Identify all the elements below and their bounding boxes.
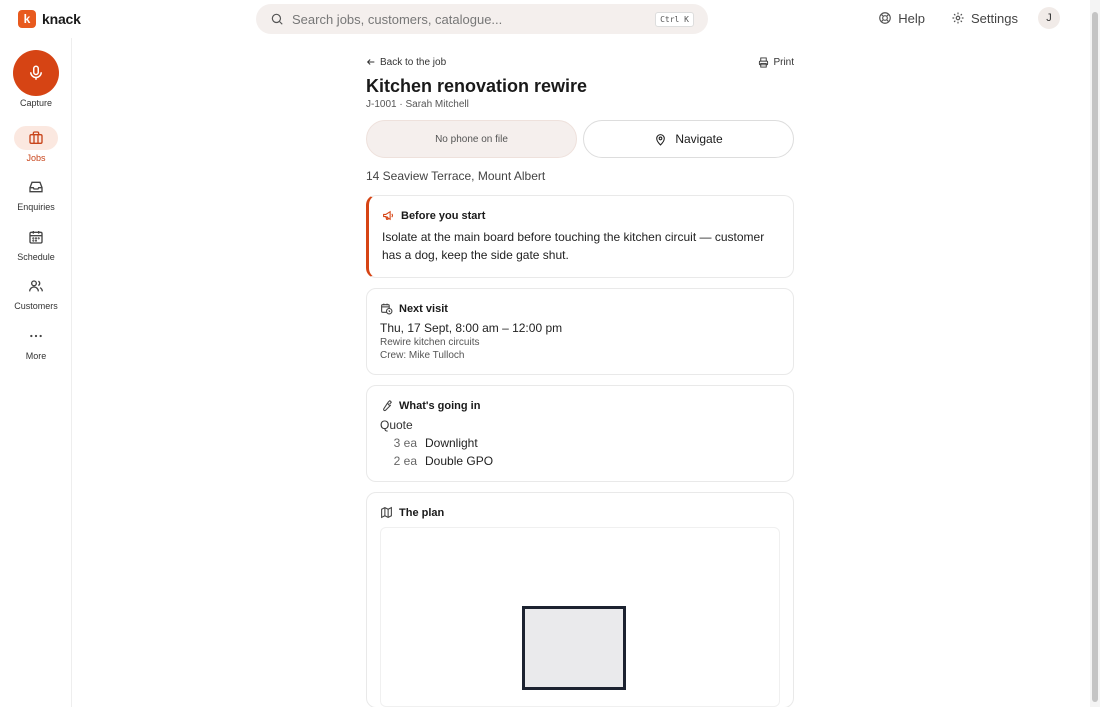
print-label: Print — [773, 56, 794, 68]
search-shortcut: Ctrl K — [655, 11, 694, 27]
card-heading: Before you start — [401, 209, 486, 222]
job-detail: Back to the job Print Kitchen renovation… — [366, 52, 794, 707]
list-item: 3 ea Downlight — [380, 436, 780, 450]
whats-going-in-card: What's going in Quote 3 ea Downlight 2 e… — [366, 385, 794, 482]
wrench-icon — [383, 400, 392, 412]
scrollbar[interactable] — [1090, 0, 1100, 707]
briefcase-icon — [29, 131, 43, 144]
gear-icon — [952, 12, 964, 24]
page-title: Kitchen renovation rewire — [366, 76, 588, 96]
settings-button[interactable]: Settings — [951, 11, 1018, 26]
item-name: Double GPO — [425, 454, 494, 468]
navigate-button[interactable]: Navigate — [583, 120, 794, 158]
job-subtitle: J-1001 · Sarah Mitchell — [366, 99, 469, 110]
phone-button[interactable]: No phone on file — [366, 120, 577, 158]
sidebar-item-label: Enquiries — [17, 202, 55, 212]
card-heading: The plan — [399, 506, 445, 519]
megaphone-icon — [383, 210, 394, 221]
action-buttons: No phone on file Navigate — [366, 120, 794, 158]
sidebar-item-label: More — [25, 351, 47, 361]
search-bar[interactable]: Ctrl K — [256, 4, 708, 34]
sidebar-item-label: Jobs — [26, 153, 46, 163]
help-button[interactable]: Help — [878, 11, 925, 26]
before-you-start-card: Before you start Isolate at the main boa… — [366, 195, 794, 278]
map-pin-icon — [656, 133, 666, 146]
users-icon — [29, 280, 43, 292]
printer-icon — [759, 56, 769, 68]
sidebar-item-more[interactable]: More — [0, 324, 72, 361]
top-actions: Help Settings J — [878, 7, 1060, 29]
settings-label: Settings — [971, 10, 1018, 26]
list-item: 2 ea Double GPO — [380, 454, 780, 468]
avatar[interactable]: J — [1038, 7, 1060, 29]
sidebar-item-label: Customers — [14, 301, 58, 311]
inbox-icon — [29, 181, 43, 193]
capture-label: Capture — [19, 98, 53, 108]
map-icon — [381, 506, 392, 519]
item-name: Downlight — [425, 436, 478, 450]
calendar-clock-icon — [381, 303, 393, 315]
sidebar-item-jobs[interactable]: Jobs — [0, 126, 72, 163]
back-label: Back to the job — [380, 56, 447, 68]
logo-mark: k — [18, 10, 36, 28]
help-icon — [879, 12, 892, 24]
plan-card: The plan — [366, 492, 794, 707]
back-to-job-link[interactable]: Back to the job — [366, 57, 446, 68]
search-icon — [271, 13, 283, 25]
before-you-start-text: Isolate at the main board before touchin… — [382, 230, 765, 262]
sidebar-item-schedule[interactable]: Schedule — [0, 225, 72, 262]
visit-description: Rewire kitchen circuits — [380, 337, 480, 348]
back-row: Back to the job Print — [366, 52, 794, 72]
arrow-left-icon — [366, 59, 375, 65]
more-icon — [30, 334, 42, 338]
print-button[interactable]: Print — [758, 57, 794, 68]
quote-label: Quote — [380, 418, 413, 432]
job-address: 14 Seaview Terrace, Mount Albert — [366, 169, 546, 183]
sidebar: Capture Jobs Enquiries Schedule Customer… — [0, 38, 72, 707]
item-qty: 3 ea — [393, 436, 417, 450]
microphone-icon — [30, 65, 42, 80]
top-bar: k knack Ctrl K Help Settings J — [0, 0, 1090, 38]
plan-canvas[interactable] — [380, 527, 780, 707]
visit-crew: Crew: Mike Tulloch — [380, 350, 465, 361]
card-heading: What's going in — [399, 399, 481, 412]
logo[interactable]: k knack — [18, 10, 81, 28]
next-visit-card[interactable]: Next visit Thu, 17 Sept, 8:00 am – 12:00… — [366, 288, 794, 375]
navigate-label: Navigate — [675, 132, 723, 146]
item-qty: 2 ea — [393, 454, 417, 468]
sidebar-item-label: Schedule — [17, 252, 55, 262]
logo-text: knack — [42, 11, 81, 27]
card-heading: Next visit — [399, 302, 448, 315]
calendar-icon — [29, 231, 43, 244]
scrollbar-thumb[interactable] — [1092, 12, 1098, 702]
sidebar-item-enquiries[interactable]: Enquiries — [0, 175, 72, 212]
search-input[interactable] — [292, 11, 656, 27]
plan-room-shape[interactable] — [522, 606, 626, 690]
visit-time: Thu, 17 Sept, 8:00 am – 12:00 pm — [380, 321, 563, 335]
help-label: Help — [898, 10, 926, 26]
sidebar-item-customers[interactable]: Customers — [0, 274, 72, 311]
capture-button[interactable] — [13, 50, 59, 96]
